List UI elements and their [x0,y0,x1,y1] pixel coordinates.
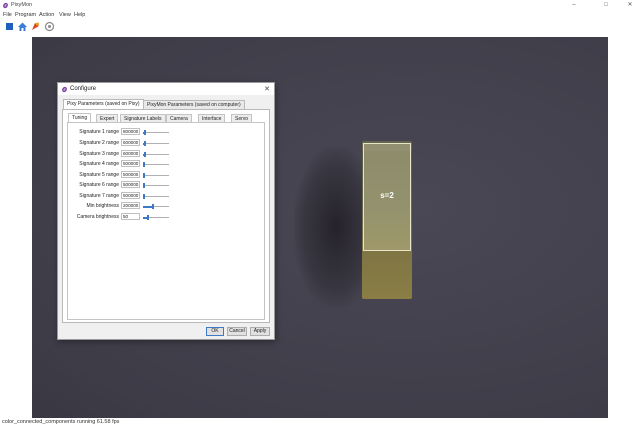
status-text: color_connected_components running 61.58… [2,419,120,425]
param-row: Min brightness 200000 [68,201,264,211]
menu-bar: File Program Action View Help [0,11,640,19]
apply-button[interactable]: Apply [250,327,270,336]
param-value-field[interactable]: 500000 [121,160,140,167]
param-label: Signature 4 range [79,161,119,167]
param-slider[interactable] [143,173,169,178]
minimize-button[interactable]: – [566,0,582,10]
param-value-field[interactable]: 600000 [121,139,140,146]
dialog-close-button[interactable]: ✕ [264,85,270,93]
slider-thumb[interactable] [147,215,149,220]
configure-dialog: Configure ✕ Pixy Parameters (saved on Pi… [57,82,275,340]
pixy-parameters-panel: Tuning Expert Signature Labels Camera In… [62,109,270,323]
param-label: Signature 7 range [79,193,119,199]
tab-expert[interactable]: Expert [96,114,119,122]
param-label: Signature 2 range [79,140,119,146]
param-label: Min brightness [86,203,119,209]
menu-file[interactable]: File [3,12,12,18]
param-row: Signature 5 range 500000 [68,170,264,180]
slider-thumb[interactable] [143,162,145,167]
tab-interface[interactable]: Interface [198,114,226,122]
tab-pixy-parameters[interactable]: Pixy Parameters (saved on Pixy) [63,99,144,109]
run-icon[interactable] [30,21,41,32]
param-row: Signature 4 range 500000 [68,159,264,169]
param-value-field[interactable]: 500000 [121,171,140,178]
tuning-panel: Signature 1 range 800000 Signature 2 ran… [67,122,265,320]
object-shadow [294,147,364,307]
slider-thumb[interactable] [143,183,145,188]
param-value-field[interactable]: 500000 [121,192,140,199]
param-slider[interactable] [143,130,169,135]
tab-servo[interactable]: Servo [231,114,253,122]
status-bar: color_connected_components running 61.58… [0,418,640,427]
param-row: Signature 6 range 500000 [68,180,264,190]
param-label: Signature 3 range [79,151,119,157]
toolbar [0,19,640,34]
menu-action[interactable]: Action [39,12,54,18]
ok-button[interactable]: OK [206,327,224,336]
param-value-field[interactable]: 50 [121,213,140,220]
param-slider[interactable] [143,152,169,157]
detection-label: s=2 [380,191,394,200]
pixymon-logo-icon [3,2,8,9]
param-row: Camera brightness 50 [68,212,264,222]
cancel-button[interactable]: Cancel [227,327,247,336]
param-value-field[interactable]: 600000 [121,150,140,157]
maximize-button[interactable]: □ [598,0,614,10]
tab-signature-labels[interactable]: Signature Labels [120,114,166,122]
title-bar: PixyMon – □ ✕ [0,0,640,11]
param-slider[interactable] [143,183,169,188]
param-value-field[interactable]: 800000 [121,128,140,135]
param-slider[interactable] [143,194,169,199]
slider-thumb[interactable] [143,173,145,178]
tab-tuning[interactable]: Tuning [68,113,92,122]
slider-thumb[interactable] [144,141,146,146]
dialog-title-bar: Configure ✕ [58,83,274,95]
param-slider[interactable] [143,215,169,220]
menu-view[interactable]: View [59,12,71,18]
tab-camera[interactable]: Camera [166,114,192,122]
param-value-field[interactable]: 200000 [121,202,140,209]
param-label: Signature 6 range [79,182,119,188]
param-row: Signature 7 range 500000 [68,191,264,201]
param-label: Signature 5 range [79,172,119,178]
param-row: Signature 3 range 600000 [68,149,264,159]
close-button[interactable]: ✕ [622,0,638,10]
pixymon-window: PixyMon – □ ✕ File Program Action View H… [0,0,640,427]
param-label: Signature 1 range [79,129,119,135]
stop-icon[interactable] [4,21,15,32]
tab-pixymon-parameters[interactable]: PixyMon Parameters (saved on computer) [143,100,245,109]
slider-thumb[interactable] [143,194,145,199]
slider-thumb[interactable] [152,204,154,209]
param-label: Camera brightness [76,214,119,220]
slider-thumb[interactable] [144,130,146,135]
menu-help[interactable]: Help [74,12,85,18]
home-icon[interactable] [17,21,28,32]
param-slider[interactable] [143,141,169,146]
param-row: Signature 2 range 600000 [68,138,264,148]
pixymon-logo-icon [62,86,67,93]
param-row: Signature 1 range 800000 [68,127,264,137]
settings-icon[interactable] [44,21,55,32]
param-slider[interactable] [143,204,169,209]
slider-thumb[interactable] [144,152,146,157]
window-title: PixyMon [11,2,33,8]
dialog-title: Configure [70,86,97,92]
param-slider[interactable] [143,162,169,167]
param-value-field[interactable]: 500000 [121,181,140,188]
menu-program[interactable]: Program [15,12,36,18]
